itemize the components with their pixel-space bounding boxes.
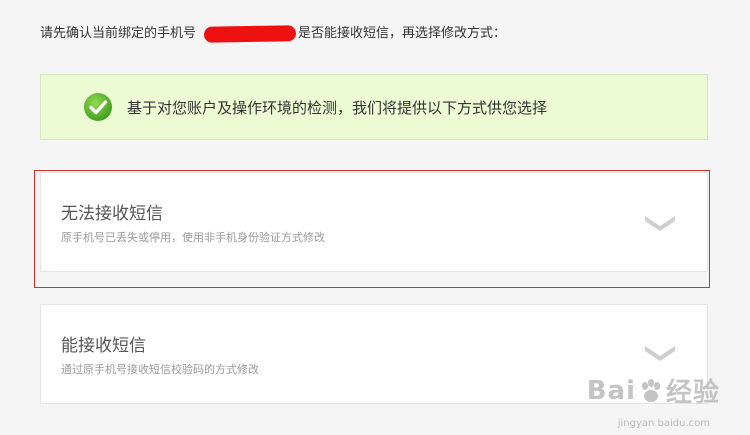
- option-can-receive-sms[interactable]: 能接收短信 通过原手机号接收短信校验码的方式修改: [40, 304, 708, 404]
- option-description: 原手机号已丢失或停用，使用非手机身份验证方式修改: [61, 231, 325, 244]
- notice-text: 基于对您账户及操作环境的检测，我们将提供以下方式供您选择: [127, 98, 548, 117]
- check-circle-icon: [84, 93, 112, 121]
- option-description: 通过原手机号接收短信校验码的方式修改: [61, 363, 259, 376]
- option-title: 能接收短信: [61, 336, 146, 356]
- option-cannot-receive-sms[interactable]: 无法接收短信 原手机号已丢失或停用，使用非手机身份验证方式修改: [40, 172, 708, 272]
- option-title: 无法接收短信: [61, 204, 163, 224]
- chevron-down-icon[interactable]: [643, 343, 677, 363]
- intro-text-after: 是否能接收短信，再选择修改方式：: [298, 26, 507, 41]
- intro-line: 请先确认当前绑定的手机号 是否能接收短信，再选择修改方式：: [40, 24, 506, 44]
- detection-notice: 基于对您账户及操作环境的检测，我们将提供以下方式供您选择: [40, 74, 708, 140]
- intro-text-before: 请先确认当前绑定的手机号: [40, 26, 197, 41]
- chevron-down-icon[interactable]: [643, 213, 677, 233]
- watermark-site: jingyan.baidu.com: [617, 418, 710, 429]
- redacted-phone-number: [203, 25, 297, 43]
